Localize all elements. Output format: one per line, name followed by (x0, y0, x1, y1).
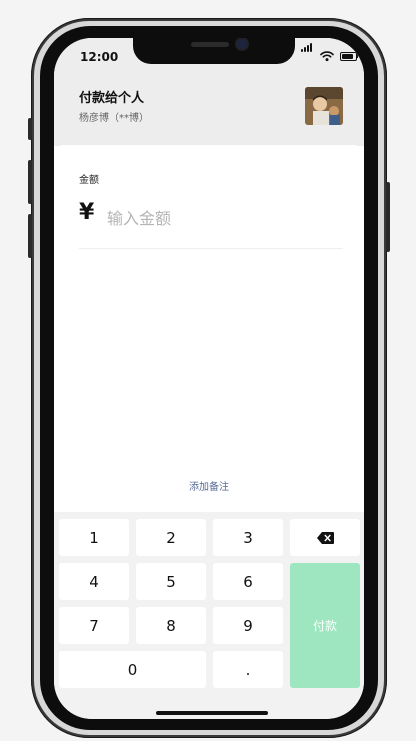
key-3[interactable]: 3 (213, 519, 283, 556)
wifi-icon (320, 51, 334, 62)
status-bar: 12:00 (54, 38, 364, 76)
page-title: 付款给个人 (79, 91, 145, 106)
home-indicator[interactable] (156, 711, 268, 715)
avatar (305, 87, 343, 125)
backspace-icon (316, 531, 334, 544)
add-remark-link[interactable]: 添加备注 (54, 478, 364, 493)
amount-input[interactable] (107, 206, 327, 230)
backspace-button[interactable] (290, 519, 360, 556)
key-9[interactable]: 9 (213, 607, 283, 644)
power-button (386, 182, 390, 252)
volume-up-button (28, 160, 32, 204)
volume-down-button (28, 214, 32, 258)
numeric-keypad: 1 2 3 4 5 6 7 8 9 0 . 付款 (54, 512, 364, 719)
avatar-photo (305, 87, 343, 125)
key-6[interactable]: 6 (213, 563, 283, 600)
front-camera (237, 39, 247, 49)
amount-label: 金额 (79, 175, 99, 186)
status-time: 12:00 (80, 50, 119, 64)
pay-button[interactable]: 付款 (290, 563, 360, 688)
key-8[interactable]: 8 (136, 607, 206, 644)
payee-header: 付款给个人 杨彦博（**博） (54, 76, 364, 146)
key-decimal[interactable]: . (213, 651, 283, 688)
amount-divider (79, 248, 343, 249)
currency-symbol: ¥ (79, 200, 95, 225)
mute-switch (28, 118, 32, 140)
phone-screen: 12:00 付款给个人 杨彦博（**博） 金额 ¥ 输入金额 添加备注 1 2 … (54, 38, 364, 719)
key-1[interactable]: 1 (59, 519, 129, 556)
battery-tip (357, 54, 358, 58)
amount-card: 金额 ¥ 添加备注 (54, 145, 364, 512)
key-2[interactable]: 2 (136, 519, 206, 556)
payee-name: 杨彦博（**博） (79, 113, 149, 124)
key-7[interactable]: 7 (59, 607, 129, 644)
notch (133, 38, 295, 64)
speaker-grille (191, 42, 229, 47)
key-0[interactable]: 0 (59, 651, 206, 688)
key-4[interactable]: 4 (59, 563, 129, 600)
battery-icon (340, 52, 357, 61)
key-5[interactable]: 5 (136, 563, 206, 600)
